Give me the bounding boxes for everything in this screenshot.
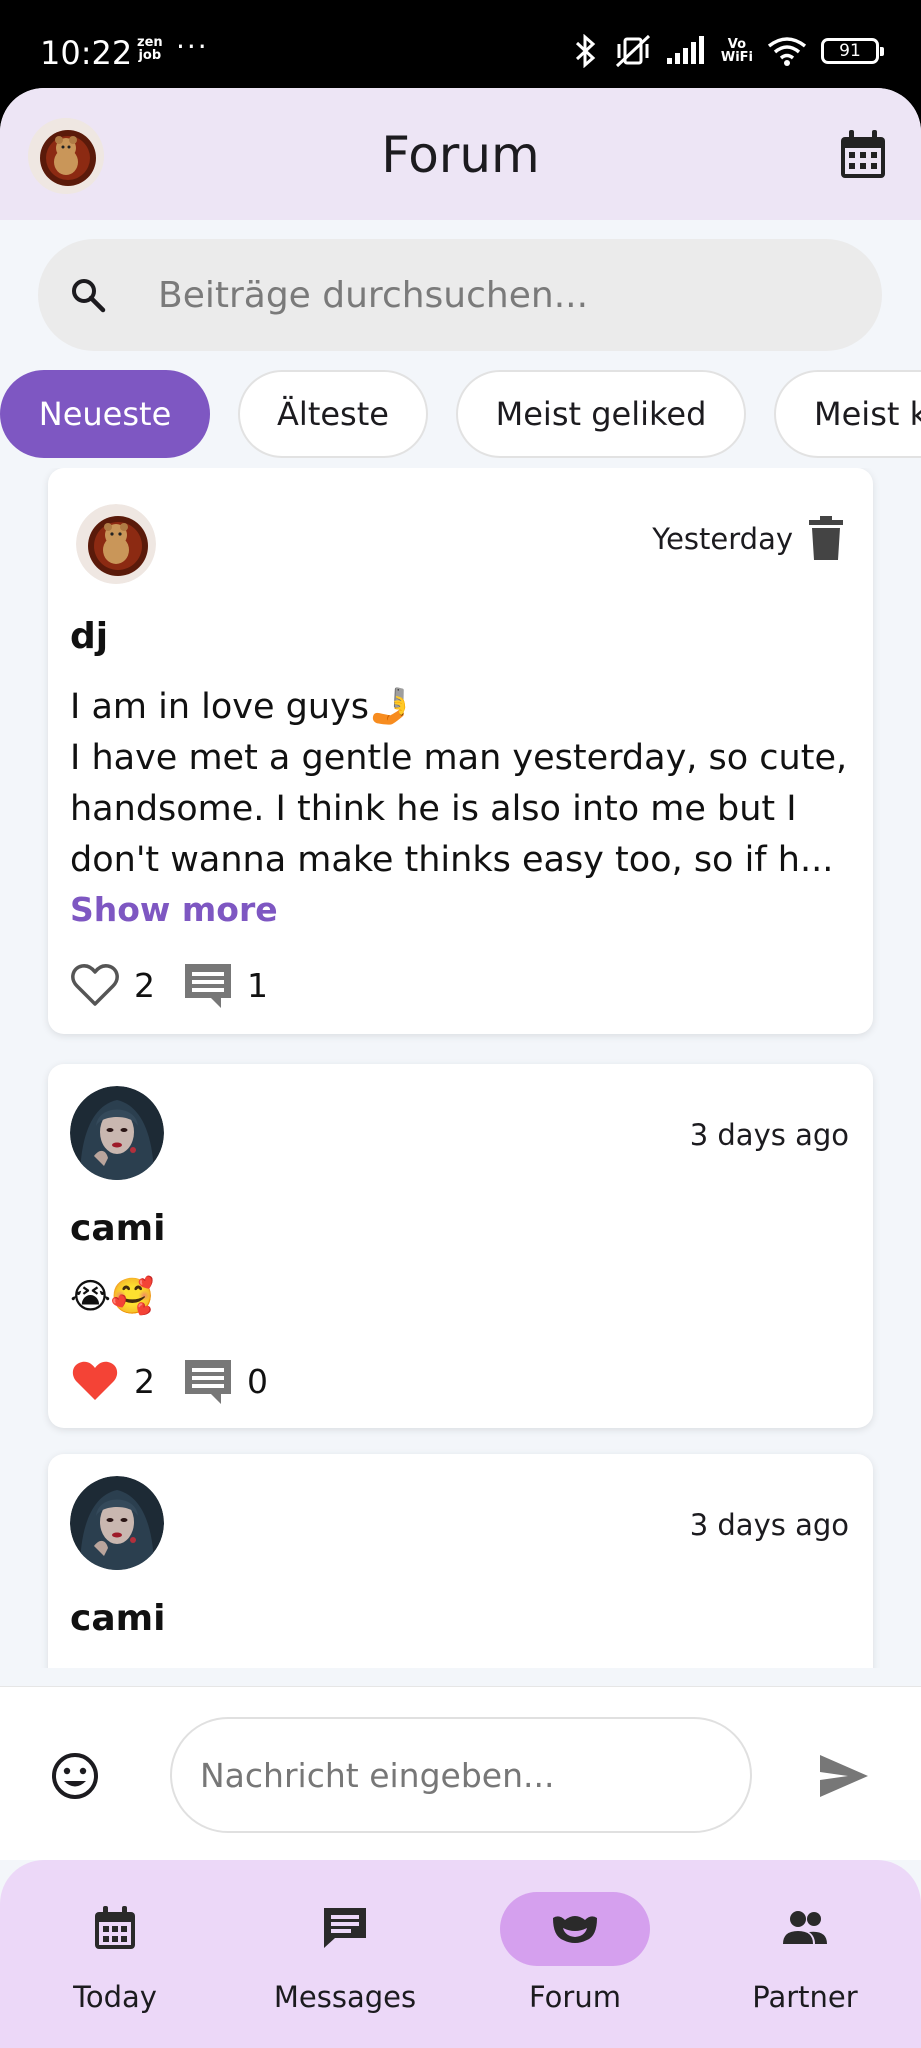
nav-today[interactable]: Today [0, 1860, 230, 2048]
status-bar: 10:22 zen job ··· Vo WiFi 91 [0, 0, 921, 92]
search-bar[interactable] [38, 239, 882, 351]
post-card[interactable]: 3 days ago cami [48, 1454, 873, 1668]
heart-filled-icon[interactable] [70, 1358, 120, 1404]
author-avatar[interactable] [70, 1476, 164, 1570]
message-input-field[interactable] [170, 1717, 752, 1833]
nav-partner[interactable]: Partner [690, 1860, 920, 2048]
comment-icon[interactable] [183, 1358, 233, 1404]
wifi-icon [767, 37, 807, 66]
zenjob-bottom-text: job [138, 48, 162, 63]
woman-portrait-avatar-image [70, 1476, 164, 1570]
comment-count: 1 [247, 965, 268, 1005]
people-icon [783, 1911, 827, 1944]
post-body: 😭🥰 [70, 1277, 155, 1317]
zenjob-notification-icon: zen job [137, 36, 163, 62]
send-icon[interactable] [818, 1753, 870, 1799]
like-count: 2 [134, 965, 155, 1005]
post-author: cami [70, 1598, 166, 1639]
search-input[interactable] [158, 261, 838, 329]
calendar-icon[interactable] [839, 130, 887, 180]
nav-label: Messages [273, 1980, 417, 2014]
battery-icon: 91 [821, 38, 884, 64]
chip-meist-kommentiert[interactable]: Meist k [774, 370, 921, 458]
author-avatar[interactable] [76, 504, 156, 584]
vowifi-bottom-text: WiFi [720, 50, 753, 65]
post-author: cami [70, 1208, 166, 1249]
vowifi-icon: Vo WiFi [721, 38, 753, 64]
author-avatar[interactable] [70, 1086, 164, 1180]
comment-count: 0 [247, 1361, 268, 1401]
nav-messages[interactable]: Messages [230, 1860, 460, 2048]
woman-portrait-avatar-image [70, 1086, 164, 1180]
nav-forum[interactable]: Forum [460, 1860, 690, 2048]
chip-aelteste[interactable]: Älteste [238, 370, 428, 458]
emoji-smiley-icon[interactable] [50, 1751, 100, 1801]
search-icon [72, 279, 106, 313]
vibrate-off-icon [615, 34, 650, 68]
like-count: 2 [134, 1361, 155, 1401]
page-title: Forum [381, 126, 540, 184]
status-time: 10:22 [40, 34, 133, 72]
post-author: dj [70, 616, 109, 657]
show-more-link[interactable]: Show more [70, 890, 278, 929]
post-timestamp: 3 days ago [689, 1118, 849, 1152]
nav-label: Forum [529, 1980, 621, 2014]
message-input[interactable] [200, 1745, 720, 1805]
post-body-line: handsome. I think he is also into me but… [70, 789, 797, 829]
delete-trash-icon[interactable] [809, 516, 843, 560]
signal-icon [666, 36, 704, 64]
more-notifications-icon: ··· [176, 30, 209, 63]
post-actions: 2 0 [70, 1356, 296, 1406]
post-feed: Yesterday dj I am in love guys🤳 I have m… [0, 468, 921, 1668]
post-body-line: I have met a gentle man yesterday, so cu… [70, 738, 848, 778]
message-composer [0, 1686, 921, 1860]
bear-avatar-image [76, 504, 156, 584]
comment-icon[interactable] [183, 962, 233, 1008]
post-card[interactable]: Yesterday dj I am in love guys🤳 I have m… [48, 468, 873, 1034]
app-bar: Forum [0, 88, 921, 220]
bluetooth-icon [575, 34, 596, 68]
bottom-navigation: Today Messages Forum Partner [0, 1860, 921, 2048]
status-icons: Vo WiFi 91 [571, 34, 884, 68]
post-timestamp: Yesterday [652, 522, 793, 556]
chip-neueste[interactable]: Neueste [0, 370, 210, 458]
post-body-line: don't wanna make thinks easy too, so if … [70, 840, 834, 880]
message-icon [324, 1908, 366, 1948]
mask-icon [553, 1916, 597, 1943]
post-card[interactable]: 3 days ago cami 😭🥰 2 0 [48, 1064, 873, 1428]
post-timestamp: 3 days ago [689, 1508, 849, 1542]
nav-label: Partner [752, 1980, 858, 2014]
sort-filter-chips: Neueste Älteste Meist geliked Meist k [0, 370, 921, 460]
post-body: I am in love guys🤳 I have met a gentle m… [70, 682, 860, 886]
calendar-icon [95, 1906, 135, 1949]
app-screen: Forum Neueste Älteste Meist geliked Meis… [0, 88, 921, 2048]
chip-meist-geliked[interactable]: Meist geliked [456, 370, 746, 458]
nav-label: Today [73, 1980, 157, 2014]
post-body-line: I am in love guys🤳 [70, 687, 413, 727]
post-actions: 2 1 [70, 960, 296, 1010]
heart-outline-icon[interactable] [70, 962, 120, 1008]
